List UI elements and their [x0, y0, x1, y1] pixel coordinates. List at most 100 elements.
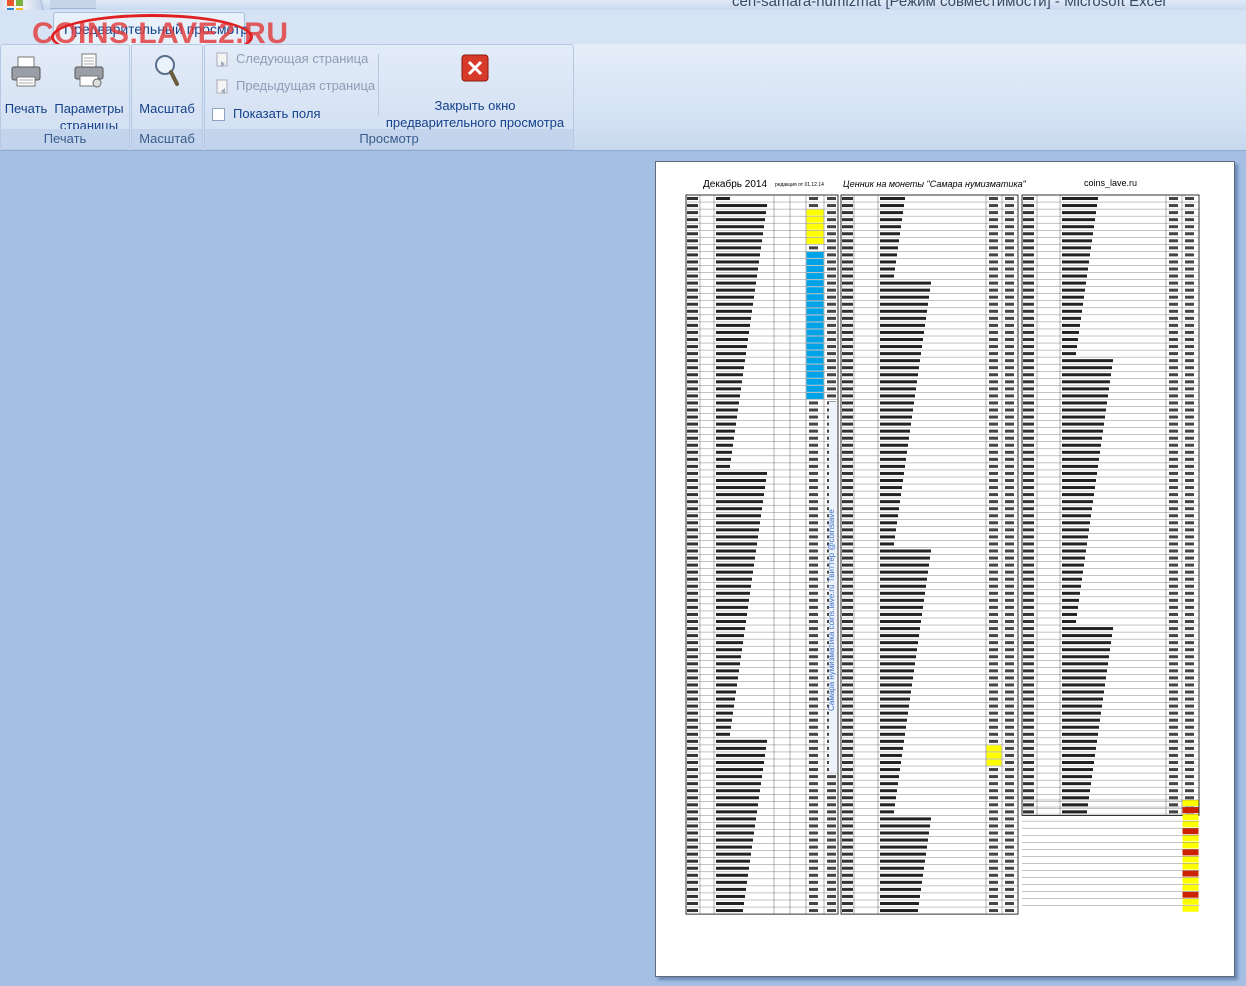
cell-text-name [880, 627, 920, 631]
cell-text-price [827, 845, 836, 849]
cell-text-price [1169, 514, 1178, 518]
cell-text-name [880, 330, 924, 334]
cell-text-year [1023, 295, 1034, 299]
group-zoom: Масштаб Масштаб [131, 44, 203, 150]
highlighted-price-cell [806, 350, 824, 357]
highlighted-price-cell [986, 752, 1002, 759]
cell-text-price [809, 761, 818, 764]
cell-text-price [1005, 232, 1014, 236]
print-button[interactable]: Печать [3, 53, 49, 117]
cell-text-name [880, 648, 917, 652]
prev-page-button[interactable]: Предыдущая страница [214, 78, 375, 95]
next-page-button[interactable]: Следующая страница [214, 51, 368, 68]
cell-text-name [1062, 789, 1090, 793]
cell-text-year [1023, 768, 1034, 772]
cell-text-price [827, 902, 836, 905]
cell-text-price [809, 894, 818, 898]
cell-text-year [687, 500, 698, 504]
cell-text-name [716, 584, 751, 588]
cell-text-name [1062, 457, 1099, 461]
cell-text-name [880, 302, 928, 306]
cell-text-price [1005, 697, 1014, 701]
cell-text-year [842, 225, 853, 229]
cell-text-year [842, 408, 853, 412]
cell-text-price [809, 782, 818, 786]
cell-text-name [716, 302, 753, 306]
cell-text-price [989, 338, 998, 341]
cell-text-price [1005, 831, 1014, 835]
cell-text-price [989, 211, 998, 215]
highlighted-price-cell [1182, 870, 1199, 877]
cell-text-name [1062, 803, 1088, 807]
cell-text-price [809, 528, 818, 532]
cell-text-price [1185, 457, 1194, 461]
cell-text-name [716, 225, 764, 229]
cell-text-price [1005, 387, 1014, 391]
cell-text-name [880, 676, 913, 680]
cell-text-year [1023, 500, 1034, 504]
cell-text-price [827, 246, 836, 250]
cell-text-price [989, 514, 998, 518]
cell-text-price [1005, 570, 1014, 574]
cell-text-price [989, 253, 998, 257]
cell-text-price [1169, 253, 1178, 257]
cell-text-year [842, 648, 853, 652]
cell-text-name [1062, 232, 1093, 236]
cell-text-price [1185, 204, 1194, 208]
cell-text-price [1169, 711, 1178, 715]
zoom-button[interactable]: Масштаб [135, 53, 199, 117]
cell-text-year [1023, 669, 1034, 673]
show-margins-checkbox[interactable]: Показать поля [212, 106, 320, 122]
cell-text-price [809, 535, 818, 539]
cell-text-year [842, 338, 853, 341]
cell-text-price [989, 267, 998, 271]
group-print: Печать Параметры страницы Печать [0, 44, 130, 150]
cell-text-name [1062, 493, 1094, 497]
cell-text-year [1023, 218, 1034, 222]
cell-text-price [809, 739, 818, 743]
highlighted-price-cell [806, 371, 824, 378]
show-margins-box[interactable] [212, 108, 225, 122]
cell-text-name [716, 570, 753, 574]
cell-text-name [1062, 366, 1112, 370]
cell-text-price [989, 887, 998, 891]
cell-text-price [1185, 408, 1194, 412]
cell-text-year [842, 683, 853, 687]
cell-text-price [989, 225, 998, 229]
cell-text-year [1023, 281, 1034, 285]
next-page-icon [216, 52, 228, 67]
next-page-label: Следующая страница [236, 51, 369, 66]
cell-text-year [1023, 761, 1034, 764]
cell-text-price [1005, 859, 1014, 863]
cell-text-year [687, 302, 698, 306]
cell-text-year [687, 549, 698, 553]
cell-text-name [716, 704, 734, 708]
cell-text-year [687, 323, 698, 327]
cell-text-year [687, 859, 698, 863]
quick-access-toolbar[interactable] [50, 0, 96, 9]
cell-text-year [1023, 648, 1034, 652]
cell-text-price [1169, 542, 1178, 546]
cell-text-year [1023, 627, 1034, 631]
cell-text-name [1062, 218, 1095, 222]
cell-text-name [880, 584, 926, 588]
cell-text-year [1023, 493, 1034, 497]
cell-text-price [1185, 761, 1194, 764]
cell-text-price [989, 302, 998, 306]
cell-text-year [687, 542, 698, 546]
cell-text-year [687, 415, 698, 419]
prev-page-icon [216, 79, 228, 94]
close-preview-button[interactable]: Закрыть окно предварительного просмотра [382, 54, 568, 131]
cell-text-year [1023, 507, 1034, 511]
cell-text-price [1169, 486, 1178, 490]
preview-page[interactable]: Декабрь 2014 редакция от 01.12.14 Ценник… [655, 161, 1235, 977]
cell-text-year [842, 732, 853, 736]
cell-text-name [880, 366, 919, 370]
page-setup-button[interactable]: Параметры страницы [51, 53, 127, 134]
cell-text-price [1169, 718, 1178, 722]
cell-text-price [989, 655, 998, 659]
cell-text-year [1023, 246, 1034, 250]
cell-text-price [1169, 380, 1178, 384]
cell-text-price [1185, 486, 1194, 490]
cell-text-price [1169, 232, 1178, 236]
